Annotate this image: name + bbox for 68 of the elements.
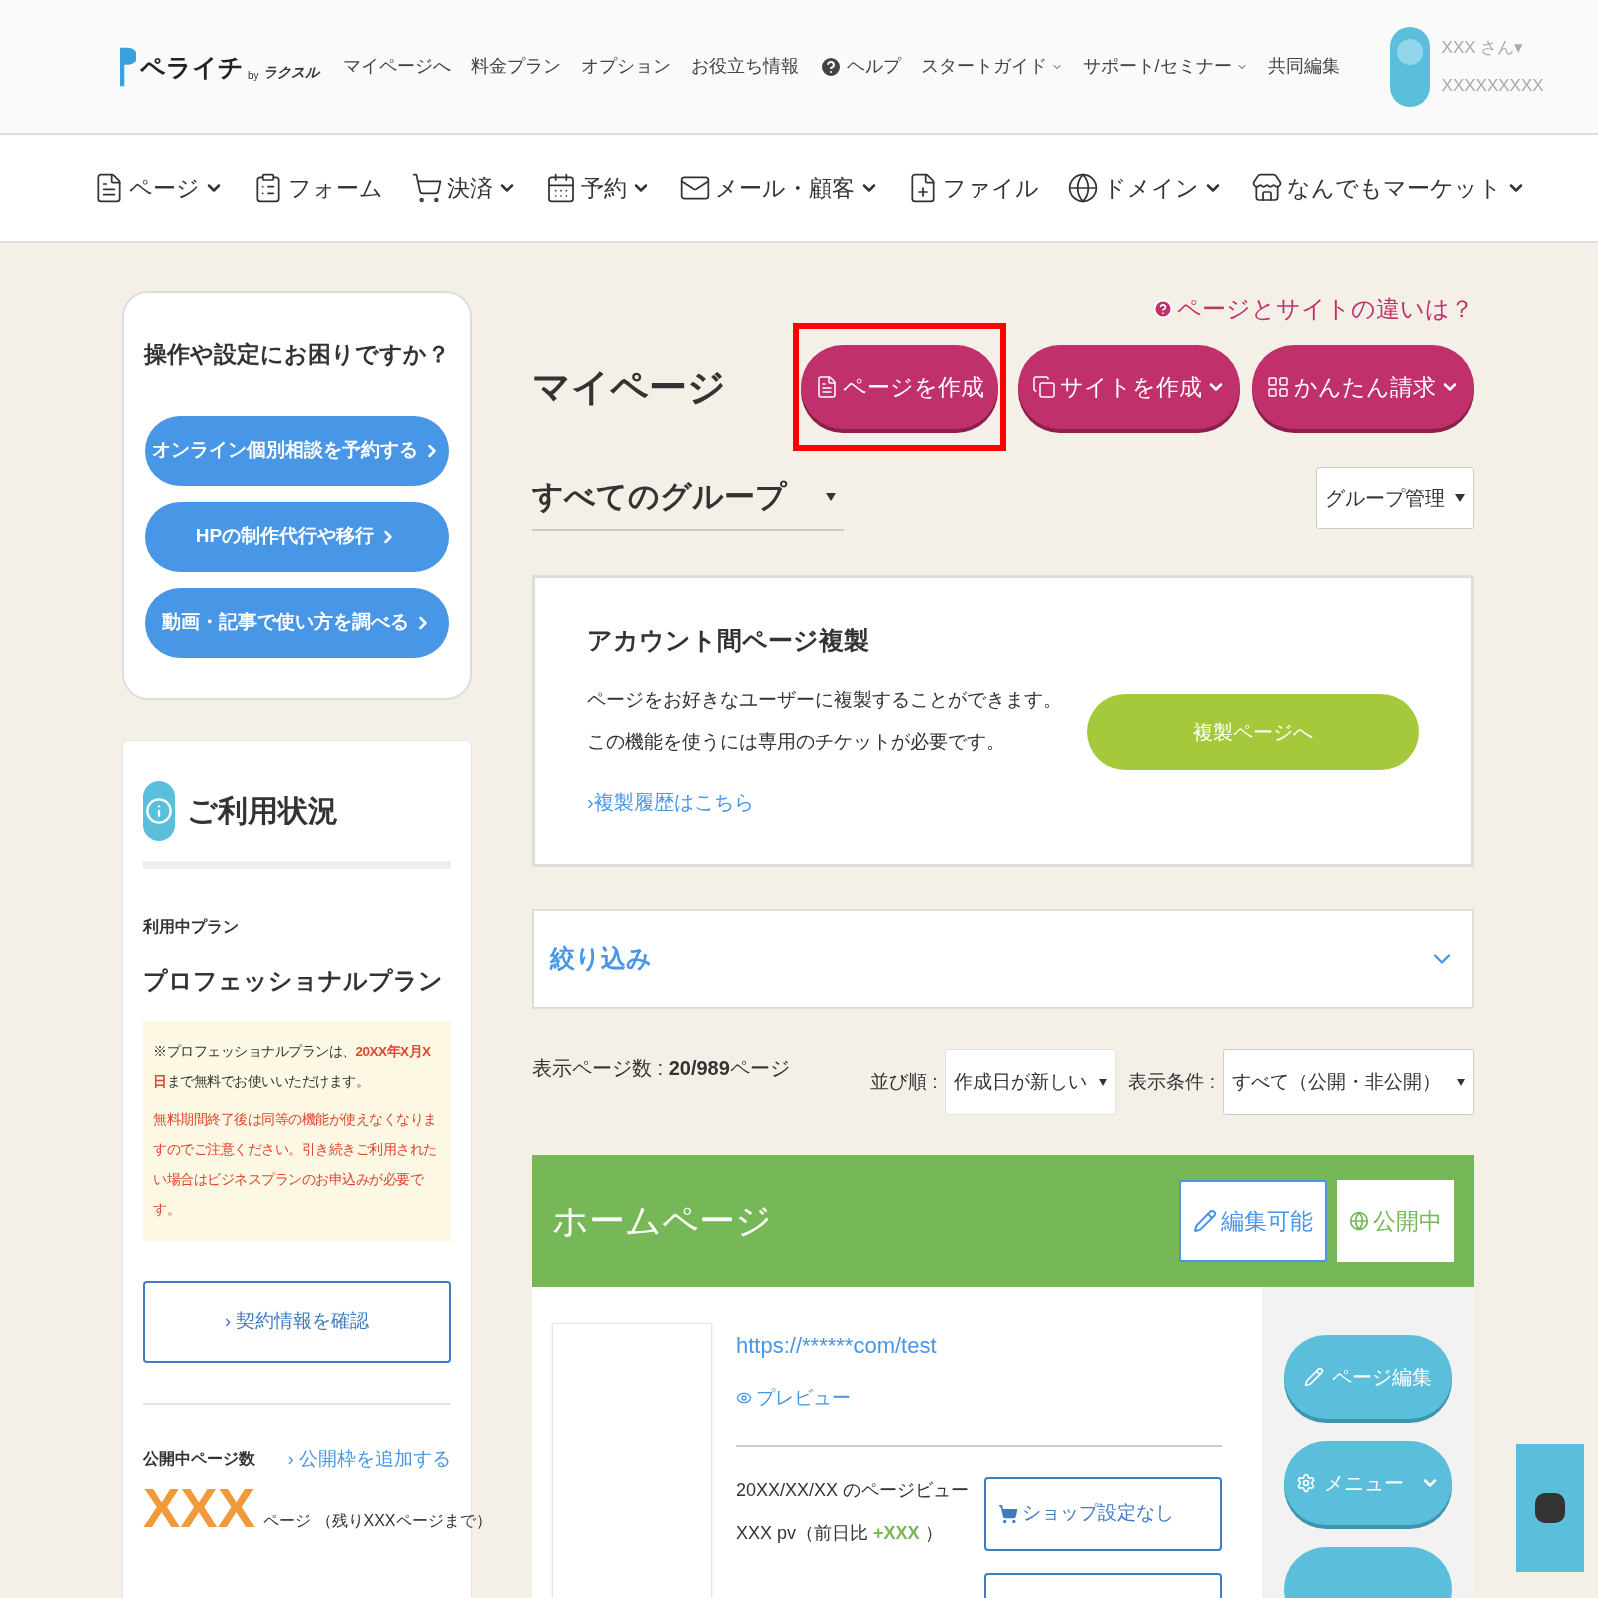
nav-link[interactable]: マイページへ	[342, 53, 451, 80]
page-card-title: ホームページ	[552, 1199, 772, 1243]
info-icon	[143, 780, 175, 841]
warning-text: 無料期間終了後は同等の機能が使えなくなりますのでご注意ください。引き続きご利用されたい場合はビジネスプランのお申込みが必要です。	[153, 1110, 438, 1219]
plan-name: プロフェッショナルプラン	[143, 965, 444, 996]
page-count: XXX	[143, 1479, 256, 1537]
usage-title: ご利用状況	[187, 793, 338, 829]
user-id: XXXXXXXXX	[1441, 74, 1544, 97]
menu-item[interactable]: ページ	[92, 170, 224, 206]
caret-icon	[1455, 494, 1465, 502]
notice-text: ※プロフェッショナルプランは、20XX年X月X日まで無料でお使いいただけます。	[153, 1042, 432, 1091]
menu-item[interactable]: 決済	[410, 170, 517, 206]
menu-item[interactable]: 予約	[544, 170, 651, 206]
brand-logo: ラクスル	[262, 62, 319, 82]
menu-item[interactable]: ドメイン	[1066, 170, 1223, 206]
contract-button[interactable]: › 契約情報を確認	[143, 1280, 451, 1363]
group-select[interactable]: すべてのグループ	[532, 465, 844, 531]
group-manage-select[interactable]: グループ管理	[1316, 467, 1474, 529]
copy-description: ページをお好きなユーザーに複製することができます。	[587, 687, 1063, 712]
condition-label: 表示条件 :	[1128, 1069, 1215, 1094]
pencil-icon	[1304, 1367, 1324, 1387]
logo-icon	[120, 46, 136, 87]
published-label: 公開中ページ数	[143, 1448, 255, 1469]
sort-select[interactable]: 作成日が新しい	[945, 1049, 1117, 1115]
nav-link[interactable]: サポート/セミナー	[1082, 53, 1248, 80]
shop-icon	[1250, 172, 1283, 204]
copy-title: アカウント間ページ複製	[587, 625, 870, 656]
nav-link[interactable]: オプション	[580, 53, 671, 80]
nav-link[interactable]: 料金プラン	[470, 53, 561, 80]
gear-icon	[1296, 1473, 1316, 1493]
views-text: XXX pv（前日比 +XXX ）	[736, 1521, 944, 1545]
caret-icon	[1457, 1078, 1465, 1086]
logo-by: by	[248, 68, 259, 83]
caret-icon	[1099, 1078, 1108, 1086]
page-count-text: 表示ページ数 : 20/989ページ	[532, 1056, 790, 1081]
nav-link[interactable]: 共同編集	[1267, 53, 1340, 80]
nav-link[interactable]: お役立ち情報	[690, 53, 799, 80]
sort-label: 並び順 :	[869, 1069, 938, 1094]
menu-item[interactable]: ファイル	[906, 170, 1039, 206]
status-badge: 編集可能	[1179, 1180, 1327, 1262]
help-link[interactable]: ページとサイトの違いは？	[1153, 291, 1474, 327]
plan-label: 利用中プラン	[143, 916, 240, 937]
caret-icon	[826, 493, 836, 501]
menu-item[interactable]: なんでもマーケット	[1250, 170, 1526, 206]
menu-item[interactable]: メール・顧客	[678, 170, 879, 206]
chat-widget-icon[interactable]	[1516, 1444, 1584, 1572]
page-count-suffix: ページ （残りXXXページまで）	[263, 1511, 492, 1531]
copy-icon	[1032, 375, 1056, 399]
nav-link[interactable]: スタートガイド	[920, 53, 1063, 80]
nav-link[interactable]: ヘルプ	[818, 53, 901, 80]
cart-icon	[998, 1503, 1018, 1524]
avatar-icon	[1389, 26, 1430, 107]
condition-select[interactable]: すべて（公開・非公開）	[1223, 1049, 1474, 1115]
menu-item[interactable]: フォーム	[251, 170, 383, 206]
document-icon	[815, 375, 839, 399]
logo-text: ペライチ	[140, 52, 244, 83]
help-icon	[1153, 299, 1173, 319]
cart-icon	[410, 172, 443, 204]
globe-icon	[1349, 1211, 1369, 1231]
page-title: マイページ	[532, 364, 726, 410]
copy-description: この機能を使うには専用のチケットが必要です。	[587, 730, 1006, 754]
help-title: 操作や設定にお困りですか？	[144, 340, 450, 369]
views-label: 20XX/XX/XX のページビュー	[736, 1478, 970, 1502]
globe-icon	[1066, 172, 1099, 204]
shop-button[interactable]: ショップ設定なし	[984, 1476, 1222, 1551]
pencil-icon	[1193, 1209, 1217, 1233]
status-badge: 公開中	[1337, 1180, 1454, 1262]
grid-icon	[1266, 375, 1290, 399]
